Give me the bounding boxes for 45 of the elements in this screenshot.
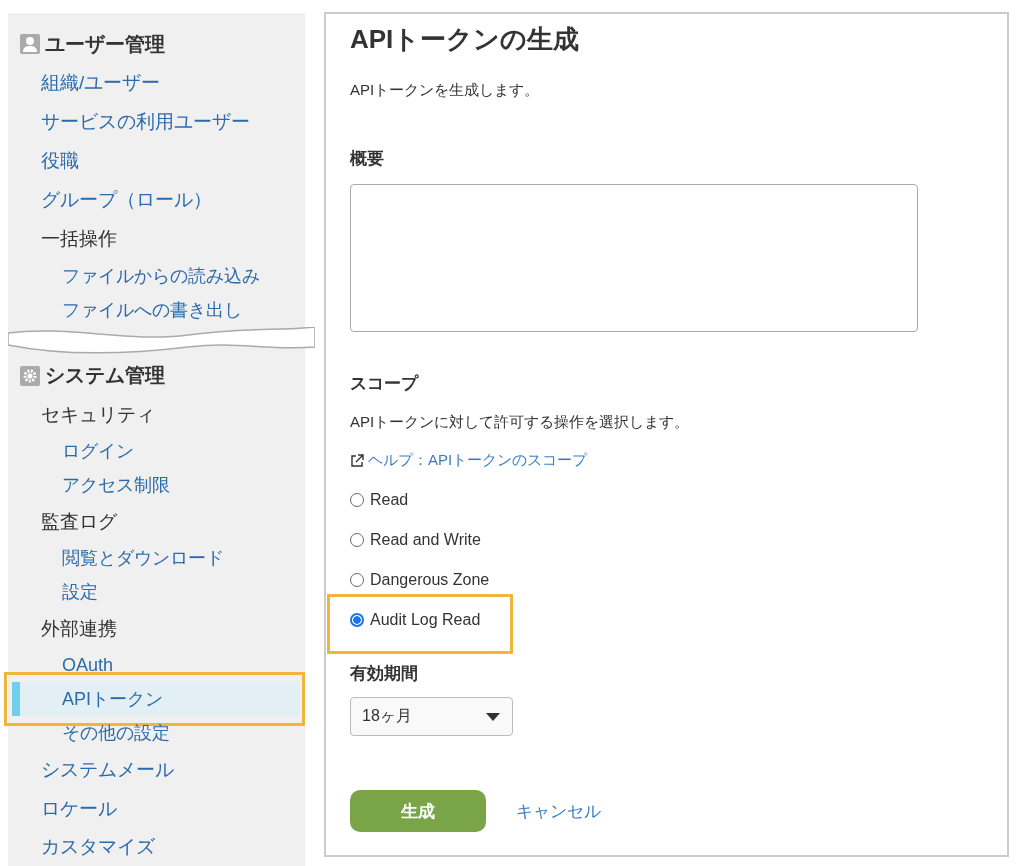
- help-link[interactable]: ヘルプ：APIトークンのスコープ: [368, 451, 588, 470]
- nav-link[interactable]: グループ（ロール）: [41, 187, 212, 214]
- nav-link[interactable]: ファイルからの読み込み: [62, 263, 260, 288]
- radio-label: Audit Log Read: [370, 611, 481, 629]
- radio-label: Dangerous Zone: [370, 571, 490, 589]
- nav-group-label: セキュリティ: [41, 402, 155, 427]
- summary-field[interactable]: [350, 184, 918, 332]
- nav-link[interactable]: ログイン: [62, 439, 134, 464]
- caret-icon: [486, 712, 500, 721]
- nav-link[interactable]: OAuth: [62, 654, 114, 676]
- nav-link[interactable]: ファイルへの書き出し: [62, 297, 242, 322]
- section-heading: システム管理: [45, 363, 165, 389]
- nav-link[interactable]: 設定: [62, 580, 98, 605]
- nav-link[interactable]: その他の設定: [62, 721, 170, 746]
- field-label: 有効期間: [350, 663, 419, 685]
- nav-link[interactable]: 役職: [41, 148, 79, 175]
- gear-icon: [20, 365, 40, 386]
- scope-description: APIトークンに対して許可する操作を選択します。: [350, 412, 691, 432]
- radio-button[interactable]: [350, 533, 364, 547]
- page-description: APIトークンを生成します。: [350, 80, 541, 100]
- nav-link[interactable]: 閲覧とダウンロード: [62, 546, 224, 571]
- nav-group-label: 監査ログ: [41, 509, 117, 534]
- external-link-icon: [350, 453, 364, 468]
- field-label: スコープ: [350, 373, 420, 395]
- selected-nav-item[interactable]: APIトークン: [12, 682, 300, 717]
- nav-link[interactable]: ロケール: [41, 795, 117, 822]
- nav-link[interactable]: 組織/ユーザー: [41, 70, 161, 97]
- radio-button[interactable]: [350, 613, 364, 627]
- expiry-select[interactable]: 18ヶ月: [350, 697, 513, 736]
- radio-label: Read: [370, 491, 409, 509]
- radio-label: Read and Write: [370, 531, 481, 549]
- generate-button[interactable]: 生成: [350, 790, 486, 832]
- nav-link[interactable]: アクセス制限: [62, 473, 170, 498]
- nav-group-label: 一括操作: [41, 227, 117, 252]
- radio-button[interactable]: [350, 493, 364, 507]
- page-title: APIトークンの生成: [350, 23, 581, 56]
- nav-link[interactable]: カスタマイズ: [41, 834, 155, 861]
- nav-group-label: 外部連携: [41, 616, 117, 641]
- radio-button[interactable]: [350, 573, 364, 587]
- user-icon: [20, 34, 40, 55]
- section-heading: ユーザー管理: [45, 31, 165, 57]
- cancel-link[interactable]: キャンセル: [516, 799, 601, 823]
- field-label: 概要: [350, 148, 385, 170]
- nav-link[interactable]: システムメール: [41, 756, 174, 783]
- nav-link[interactable]: サービスの利用ユーザー: [41, 109, 250, 136]
